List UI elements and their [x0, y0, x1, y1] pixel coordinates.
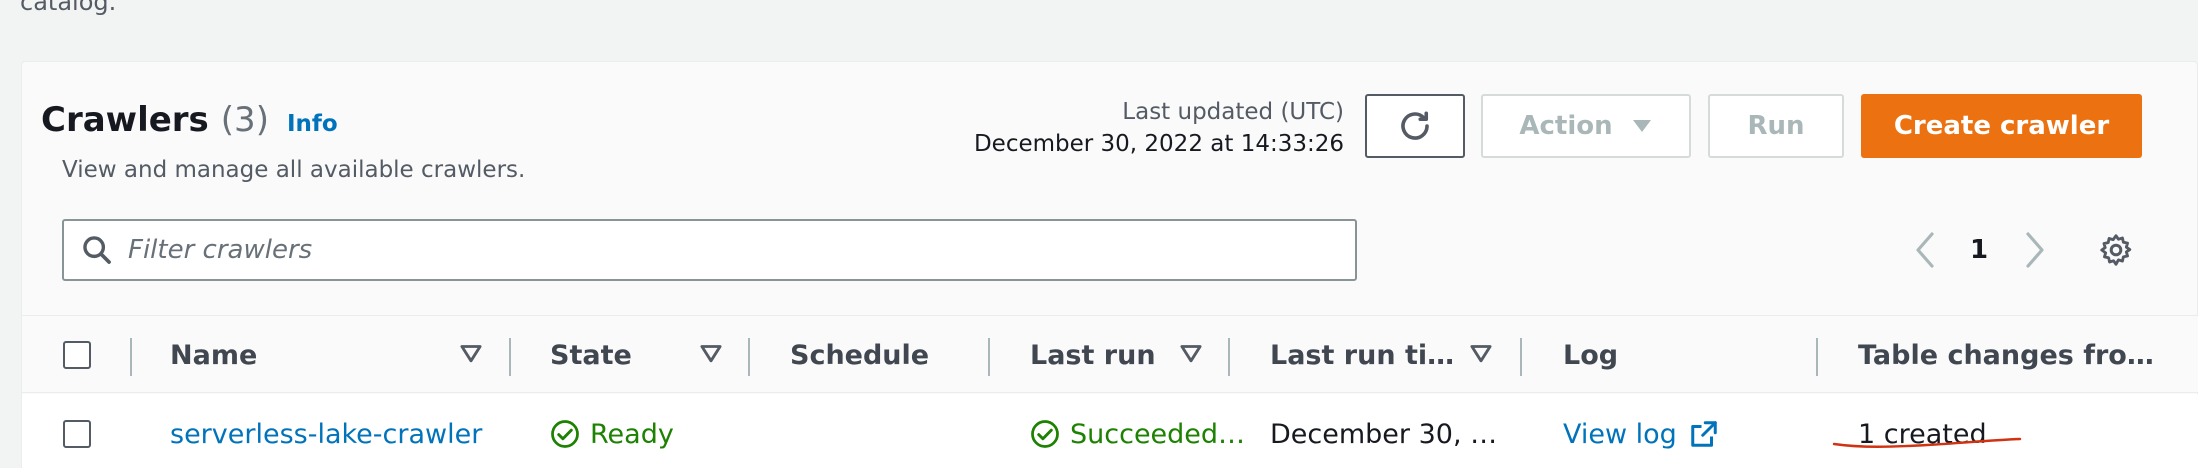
state-label: Ready [590, 418, 674, 450]
search-icon [83, 236, 111, 264]
info-link[interactable]: Info [287, 111, 338, 137]
next-page-button[interactable] [2020, 226, 2050, 274]
previous-page-button[interactable] [1910, 226, 1940, 274]
column-divider[interactable] [988, 338, 990, 376]
sort-icon[interactable] [1178, 340, 1204, 366]
column-label: Schedule [790, 339, 930, 371]
column-label: State [550, 339, 632, 371]
page-title: Crawlers [41, 100, 209, 140]
column-label: Last run [1030, 339, 1156, 371]
table-row: serverless-lake-crawler Ready Succeeded…… [22, 394, 2198, 468]
panel-header: Crawlers (3) Info [41, 100, 338, 140]
column-header-name[interactable]: Name [170, 316, 257, 394]
column-divider[interactable] [509, 338, 511, 376]
column-divider [130, 338, 132, 376]
column-header-last-run[interactable]: Last run [1030, 316, 1156, 394]
table-changes-cell: 1 created [1858, 418, 1987, 450]
sort-icon[interactable] [458, 340, 484, 366]
last-run-label: Succeeded… [1070, 418, 1246, 450]
crawler-count: (3) [220, 100, 269, 140]
sort-icon[interactable] [698, 340, 724, 366]
external-link-icon [1691, 421, 1717, 447]
page-description-tail: catalog. [20, 0, 117, 16]
column-divider[interactable] [1520, 338, 1522, 376]
sort-icon[interactable] [1468, 340, 1494, 366]
table-header: Name State Schedule Last run Last run ti… [22, 315, 2198, 393]
column-label: Last run ti… [1270, 339, 1455, 371]
page-subtitle: View and manage all available crawlers. [62, 157, 526, 183]
refresh-button[interactable] [1365, 94, 1465, 158]
action-dropdown-button[interactable]: Action [1481, 94, 1691, 158]
state-cell: Ready [550, 394, 674, 468]
column-label: Table changes fro… [1858, 339, 2154, 371]
column-divider[interactable] [1228, 338, 1230, 376]
refresh-icon [1401, 111, 1429, 140]
select-all-checkbox[interactable] [63, 341, 91, 369]
success-check-icon [551, 420, 579, 448]
column-label: Log [1563, 339, 1619, 371]
column-header-table-changes[interactable]: Table changes fro… [1858, 316, 2154, 394]
chevron-left-icon [1916, 232, 1934, 268]
filter-crawlers-input[interactable] [128, 235, 1355, 265]
action-button-label: Action [1519, 111, 1613, 141]
red-annotation-underline [1832, 437, 2022, 448]
column-divider[interactable] [748, 338, 750, 376]
caret-down-icon [1632, 120, 1651, 132]
column-header-log[interactable]: Log [1563, 316, 1618, 394]
last-updated: Last updated (UTC) December 30, 2022 at … [974, 96, 1344, 160]
column-label: Name [170, 339, 258, 371]
last-updated-label: Last updated (UTC) [1122, 99, 1344, 125]
current-page-number[interactable]: 1 [1964, 226, 1994, 274]
column-header-schedule[interactable]: Schedule [790, 316, 929, 394]
last-run-cell: Succeeded… [1030, 394, 1245, 468]
success-check-icon [1031, 420, 1059, 448]
last-run-time-cell: December 30, … [1270, 418, 1498, 450]
run-button[interactable]: Run [1708, 94, 1844, 158]
chevron-right-icon [2026, 232, 2044, 268]
view-log-link[interactable]: View log [1563, 394, 1719, 468]
gear-icon [2100, 234, 2132, 266]
column-divider[interactable] [1816, 338, 1818, 376]
create-crawler-button[interactable]: Create crawler [1861, 94, 2142, 158]
row-checkbox[interactable] [63, 420, 91, 448]
last-updated-value: December 30, 2022 at 14:33:26 [973, 131, 1344, 157]
column-header-state[interactable]: State [550, 316, 632, 394]
preferences-button[interactable] [2094, 226, 2138, 274]
crawler-name-link[interactable]: serverless-lake-crawler [170, 394, 482, 468]
view-log-label: View log [1563, 418, 1677, 450]
column-header-last-run-time[interactable]: Last run ti… [1270, 316, 1454, 394]
filter-search-box[interactable] [62, 219, 1357, 281]
